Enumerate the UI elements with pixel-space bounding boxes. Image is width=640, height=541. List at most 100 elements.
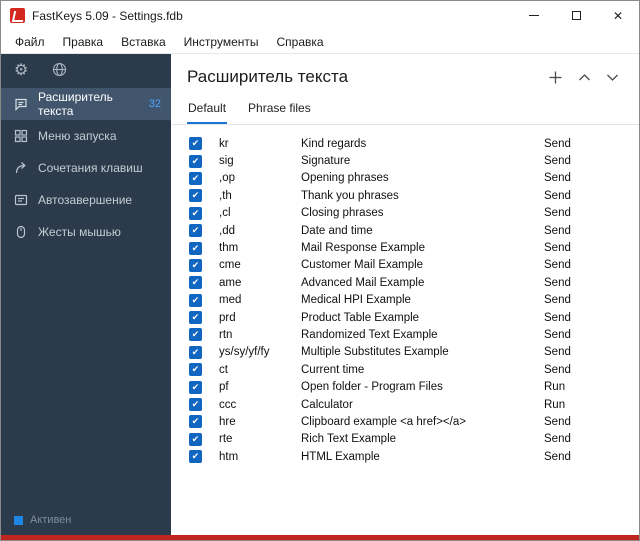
active-indicator-icon xyxy=(14,515,23,525)
table-row[interactable]: ✔ ,dd Date and time Send xyxy=(189,222,639,239)
description-text: Advanced Mail Example xyxy=(301,276,425,289)
row-checkbox[interactable]: ✔ xyxy=(189,328,202,342)
table-row[interactable]: ✔ pf Open folder - Program Files Run xyxy=(189,378,639,395)
table-row[interactable]: ✔ hre Clipboard example <a href></a> Send xyxy=(189,413,639,430)
status-label: Активен xyxy=(30,514,72,526)
row-checkbox[interactable]: ✔ xyxy=(189,171,202,185)
move-down-button[interactable] xyxy=(606,73,619,82)
table-row[interactable]: ✔ ccc Calculator Run xyxy=(189,396,639,413)
description-text: Medical HPI Example xyxy=(301,294,411,307)
sidebar-item-label: Жесты мышью xyxy=(38,225,121,239)
row-checkbox[interactable]: ✔ xyxy=(189,137,202,151)
description-text: Product Table Example xyxy=(301,311,420,324)
description-text: Date and time xyxy=(301,224,373,237)
row-checkbox[interactable]: ✔ xyxy=(189,293,202,307)
menu-item-edit[interactable]: Правка xyxy=(54,32,113,52)
description-text: Closing phrases xyxy=(301,207,384,220)
table-row[interactable]: ✔ ,cl Closing phrases Send xyxy=(189,205,639,222)
maximize-icon xyxy=(571,11,581,20)
minimize-icon xyxy=(529,15,539,16)
tab-default[interactable]: Default xyxy=(187,97,228,124)
menu-item-insert[interactable]: Вставка xyxy=(112,32,175,52)
row-checkbox[interactable]: ✔ xyxy=(189,398,202,412)
header-actions xyxy=(548,70,619,85)
action-text: Send xyxy=(544,242,571,255)
row-checkbox[interactable]: ✔ xyxy=(189,415,202,429)
autocomplete-list-icon xyxy=(14,194,28,206)
maximize-button[interactable] xyxy=(555,1,597,30)
row-checkbox[interactable]: ✔ xyxy=(189,363,202,377)
row-checkbox[interactable]: ✔ xyxy=(189,224,202,238)
add-item-button[interactable] xyxy=(548,70,563,85)
description-text: Signature xyxy=(301,155,351,168)
table-row[interactable]: ✔ ys/sy/yf/fy Multiple Substitutes Example… xyxy=(189,344,639,361)
shortcut-text: ct xyxy=(219,363,228,376)
row-checkbox[interactable]: ✔ xyxy=(189,450,202,464)
bottom-edge xyxy=(1,535,639,540)
table-row[interactable]: ✔ ame Advanced Mail Example Send xyxy=(189,274,639,291)
minimize-button[interactable] xyxy=(513,1,555,30)
description-text: Opening phrases xyxy=(301,172,389,185)
chevron-up-icon xyxy=(579,73,590,80)
window-controls: ✕ xyxy=(513,1,639,30)
row-checkbox[interactable]: ✔ xyxy=(189,380,202,394)
row-checkbox[interactable]: ✔ xyxy=(189,241,202,255)
table-row[interactable]: ✔ kr Kind regards Send xyxy=(189,135,639,152)
table-row[interactable]: ✔ ,op Opening phrases Send xyxy=(189,170,639,187)
row-checkbox[interactable]: ✔ xyxy=(189,432,202,446)
sidebar-item-mouse-gestures[interactable]: Жесты мышью xyxy=(1,216,171,248)
table-row[interactable]: ✔ thm Mail Response Example Send xyxy=(189,239,639,256)
table-row[interactable]: ✔ rte Rich Text Example Send xyxy=(189,431,639,448)
row-checkbox[interactable]: ✔ xyxy=(189,311,202,325)
action-text: Run xyxy=(544,381,566,394)
sidebar-item-start-menu[interactable]: Меню запуска xyxy=(1,120,171,152)
action-text: Send xyxy=(544,259,571,272)
table-row[interactable]: ✔ htm HTML Example Send xyxy=(189,448,639,465)
close-button[interactable]: ✕ xyxy=(597,1,639,30)
shortcut-text: thm xyxy=(219,242,239,255)
sidebar-item-autocomplete[interactable]: Автозавершение xyxy=(1,184,171,216)
action-text: Send xyxy=(544,328,571,341)
row-checkbox[interactable]: ✔ xyxy=(189,276,202,290)
phrase-list: ✔ kr Kind regards Send ✔ sig Signature Send ✔ ,op… xyxy=(171,125,639,465)
row-checkbox[interactable]: ✔ xyxy=(189,258,202,272)
row-checkbox[interactable]: ✔ xyxy=(189,154,202,168)
sidebar-item-label: Автозавершение xyxy=(38,193,133,207)
table-row[interactable]: ✔ ,th Thank you phrases Send xyxy=(189,187,639,204)
menu-item-file[interactable]: Файл xyxy=(6,32,54,52)
row-checkbox[interactable]: ✔ xyxy=(189,206,202,220)
language-globe-icon[interactable] xyxy=(52,62,67,81)
shortcut-text: med xyxy=(219,294,242,307)
grid-icon xyxy=(14,129,28,143)
menu-item-help[interactable]: Справка xyxy=(268,32,333,52)
table-row[interactable]: ✔ rtn Randomized Text Example Send xyxy=(189,326,639,343)
table-row[interactable]: ✔ med Medical HPI Example Send xyxy=(189,292,639,309)
description-text: HTML Example xyxy=(301,450,380,463)
menu-item-tools[interactable]: Инструменты xyxy=(175,32,268,52)
table-row[interactable]: ✔ ct Current time Send xyxy=(189,361,639,378)
table-row[interactable]: ✔ sig Signature Send xyxy=(189,152,639,169)
shortcut-text: rtn xyxy=(219,328,233,341)
shortcut-text: cme xyxy=(219,259,241,272)
action-text: Send xyxy=(544,346,571,359)
sidebar-item-text-expander[interactable]: Расширитель текста 32 xyxy=(1,88,171,120)
row-checkbox[interactable]: ✔ xyxy=(189,345,202,359)
settings-gear-icon[interactable]: ⚙ xyxy=(14,63,28,79)
table-row[interactable]: ✔ prd Product Table Example Send xyxy=(189,309,639,326)
plus-icon xyxy=(549,71,562,83)
sidebar-item-shortcuts[interactable]: Сочетания клавиш xyxy=(1,152,171,184)
action-text: Send xyxy=(544,155,571,168)
action-text: Send xyxy=(544,415,571,428)
table-row[interactable]: ✔ cme Customer Mail Example Send xyxy=(189,257,639,274)
description-text: Clipboard example <a href></a> xyxy=(301,415,466,428)
row-checkbox[interactable]: ✔ xyxy=(189,189,202,203)
description-text: Mail Response Example xyxy=(301,242,426,255)
shortcut-text: ccc xyxy=(219,398,237,411)
tab-phrase-files[interactable]: Phrase files xyxy=(247,97,312,124)
shortcut-arrow-icon xyxy=(15,162,26,174)
move-up-button[interactable] xyxy=(578,73,591,82)
tab-bar: Default Phrase files xyxy=(171,91,639,125)
action-text: Send xyxy=(544,450,571,463)
item-count-badge: 32 xyxy=(148,98,161,110)
action-text: Send xyxy=(544,363,571,376)
